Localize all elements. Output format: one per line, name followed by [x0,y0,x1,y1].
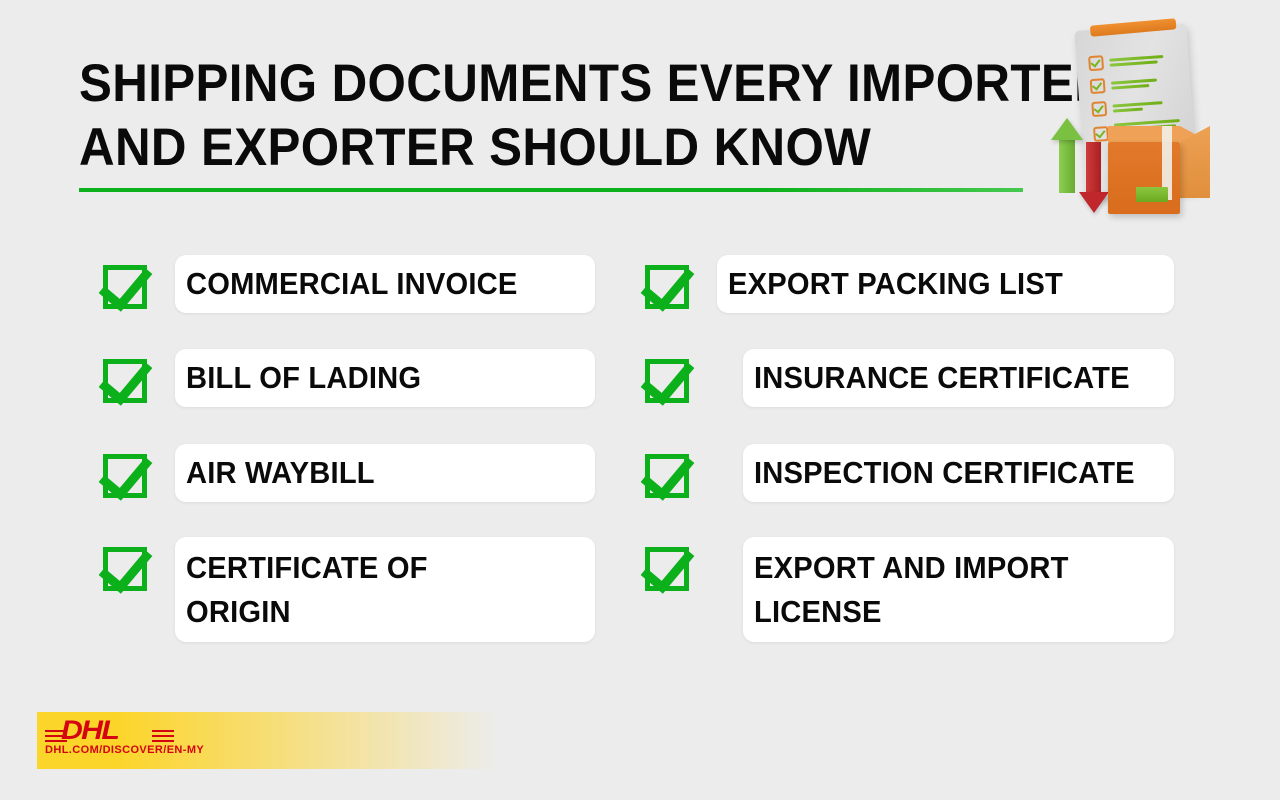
list-item-label: EXPORT PACKING LIST [728,266,1063,301]
checkbox-checked-icon[interactable] [640,255,696,312]
dhl-wordmark: DHL [61,715,120,745]
list-item-card[interactable]: INSURANCE CERTIFICATE [743,349,1174,407]
checkbox-checked-icon[interactable] [640,537,696,594]
checkbox-checked-icon[interactable] [98,537,154,594]
list-item-label: CERTIFICATE OF ORIGIN [186,549,428,629]
list-item[interactable]: COMMERCIAL INVOICE [98,255,595,313]
parcel-box-shipping-label [1136,187,1168,202]
checkbox-checked-icon[interactable] [98,444,154,501]
dhl-speed-line-icon [152,740,174,742]
list-item-label: EXPORT AND IMPORT LICENSE [754,549,1069,629]
clipboard-text-lines [1109,54,1164,67]
list-item[interactable]: EXPORT AND IMPORT LICENSE [640,537,1174,642]
arrow-down-icon [1079,192,1109,213]
clipboard-checkbox-icon [1088,55,1105,72]
dhl-url-text: DHL.COM/DISCOVER/EN-MY [45,744,205,756]
clipboard-text-lines [1110,77,1157,90]
checkbox-checked-icon[interactable] [98,349,154,406]
list-item[interactable]: BILL OF LADING [98,349,595,407]
clipboard-checklist-and-parcel-illustration [1040,18,1215,227]
clipboard-text-lines [1112,100,1163,113]
list-item-card[interactable]: CERTIFICATE OF ORIGIN [175,537,595,642]
arrow-down-icon-stem [1086,142,1101,194]
clipboard-line-1 [1088,51,1164,72]
list-item-card[interactable]: COMMERCIAL INVOICE [175,255,595,313]
dhl-logo[interactable]: DHL DHL.COM/DISCOVER/EN-MY [45,715,204,756]
list-item-card[interactable]: EXPORT AND IMPORT LICENSE [743,537,1174,642]
page-title-line-2: AND EXPORTER SHOULD KNOW [79,118,872,177]
clipboard-checkbox-icon [1091,101,1108,118]
list-item-card[interactable]: BILL OF LADING [175,349,595,407]
dhl-speed-line-icon [152,735,174,737]
list-item[interactable]: EXPORT PACKING LIST [640,255,1174,313]
list-item[interactable]: CERTIFICATE OF ORIGIN [98,537,595,642]
list-item-card[interactable]: AIR WAYBILL [175,444,595,502]
list-item-label: BILL OF LADING [186,360,422,395]
page-title-line-1: SHIPPING DOCUMENTS EVERY IMPORTER [79,54,1111,113]
checkbox-checked-icon[interactable] [640,444,696,501]
arrow-up-icon [1051,118,1083,140]
clipboard-line-2 [1089,74,1158,95]
list-item-label: INSURANCE CERTIFICATE [754,360,1130,395]
checkbox-checked-icon[interactable] [98,255,154,312]
checkbox-checked-icon[interactable] [640,349,696,406]
list-item[interactable]: INSPECTION CERTIFICATE [640,444,1174,502]
list-item-label: COMMERCIAL INVOICE [186,266,518,301]
title-divider-rule [79,188,1023,192]
clipboard-clip-bar [1089,18,1177,37]
list-item[interactable]: AIR WAYBILL [98,444,595,502]
clipboard-checkbox-icon [1089,78,1106,95]
list-item-label: AIR WAYBILL [186,455,375,490]
clipboard-checkbox-icon [1092,125,1109,142]
dhl-speed-line-icon [152,730,174,732]
page-title: SHIPPING DOCUMENTS EVERY IMPORTER AND EX… [79,52,1111,180]
clipboard-line-3 [1091,97,1163,118]
list-item[interactable]: INSURANCE CERTIFICATE [640,349,1174,407]
list-item-card[interactable]: EXPORT PACKING LIST [717,255,1174,313]
list-item-card[interactable]: INSPECTION CERTIFICATE [743,444,1174,502]
list-item-label: INSPECTION CERTIFICATE [754,455,1135,490]
arrow-up-icon-stem [1059,138,1075,193]
